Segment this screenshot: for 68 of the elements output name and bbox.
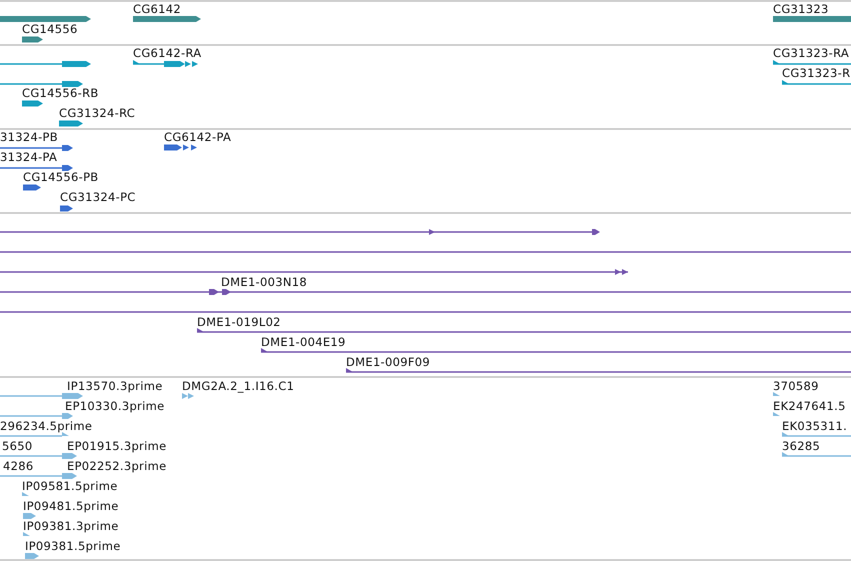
- protein-glyph[interactable]: [60, 206, 73, 212]
- feature-label: CG6142: [133, 2, 182, 16]
- feature-label: CG6142-PA: [164, 130, 232, 144]
- transcript-glyph[interactable]: [782, 80, 851, 85]
- est-glyph[interactable]: [0, 432, 69, 437]
- feature-label: 31324-PA: [0, 150, 58, 164]
- feature-label: CG31323-R: [782, 66, 850, 80]
- feature-label: 370589: [773, 379, 819, 393]
- gene-glyph[interactable]: [22, 36, 43, 42]
- est-glyph[interactable]: [0, 393, 83, 399]
- feature-label: 296234.5prime: [0, 419, 92, 433]
- feature-label: 5650: [2, 439, 32, 453]
- feature-label: IP09481.5prime: [23, 499, 119, 513]
- feature-label: IP09581.5prime: [22, 479, 118, 493]
- transcript-glyph[interactable]: [22, 100, 43, 106]
- transcript-glyph[interactable]: [0, 61, 91, 67]
- feature-label: DME1-019L02: [197, 315, 281, 329]
- est-glyph[interactable]: [182, 393, 194, 399]
- gene-glyph[interactable]: [0, 16, 91, 22]
- feature-label: DME1-009F09: [346, 355, 430, 369]
- feature-label: EP02252.3prime: [67, 459, 166, 473]
- transcript-glyph[interactable]: [0, 81, 83, 87]
- protein-glyph[interactable]: [0, 165, 73, 171]
- est-glyph[interactable]: [23, 532, 30, 536]
- feature-label: DME1-004E19: [261, 335, 346, 349]
- clone-glyph[interactable]: [0, 289, 851, 295]
- est-glyph[interactable]: [0, 473, 77, 479]
- feature-label: CG6142-RA: [133, 46, 202, 60]
- transcript-glyph[interactable]: [773, 60, 851, 65]
- feature-label: IP09381.3prime: [23, 519, 119, 533]
- est-glyph[interactable]: [23, 513, 36, 519]
- feature-label: IP13570.3prime: [67, 379, 163, 393]
- clone-glyph[interactable]: [261, 348, 851, 353]
- feature-label: IP09381.5prime: [25, 539, 121, 553]
- feature-label: CG31324-PC: [60, 190, 136, 204]
- feature-label: 31324-PB: [0, 130, 58, 144]
- transcript-glyph[interactable]: [59, 120, 83, 126]
- est-glyph[interactable]: [22, 492, 29, 496]
- feature-label: CG31323-RA: [773, 46, 850, 60]
- feature-label: DMG2A.2_1.I16.C1: [182, 379, 294, 393]
- feature-label: 36285: [782, 439, 820, 453]
- protein-glyph[interactable]: [0, 145, 73, 151]
- feature-label: EP01915.3prime: [67, 439, 166, 453]
- est-glyph[interactable]: [25, 553, 39, 559]
- feature-label: CG31324-RC: [59, 106, 136, 120]
- feature-label: EK035311.: [782, 419, 848, 433]
- est-glyph[interactable]: [0, 453, 77, 459]
- clone-glyph[interactable]: [197, 328, 851, 333]
- clone-glyph[interactable]: [0, 269, 628, 275]
- feature-label: 4286: [3, 459, 34, 473]
- feature-label: CG31323: [773, 2, 829, 16]
- feature-label: DME1-003N18: [221, 275, 307, 289]
- feature-label: EP10330.3prime: [65, 399, 164, 413]
- feature-label: EK247641.5: [773, 399, 846, 413]
- clone-glyph[interactable]: [346, 368, 851, 373]
- feature-label: CG14556-RB: [22, 86, 99, 100]
- est-glyph[interactable]: [773, 412, 780, 416]
- protein-glyph[interactable]: [23, 184, 41, 190]
- est-glyph[interactable]: [782, 452, 851, 457]
- clone-glyph[interactable]: [0, 229, 600, 235]
- feature-label: CG14556-PB: [23, 170, 98, 184]
- protein-glyph[interactable]: [164, 144, 197, 150]
- est-glyph[interactable]: [0, 413, 73, 419]
- gene-glyph[interactable]: [133, 16, 201, 22]
- feature-label: CG14556: [22, 22, 78, 36]
- est-glyph[interactable]: [773, 392, 780, 396]
- est-glyph[interactable]: [782, 432, 851, 437]
- transcript-glyph[interactable]: [133, 60, 198, 67]
